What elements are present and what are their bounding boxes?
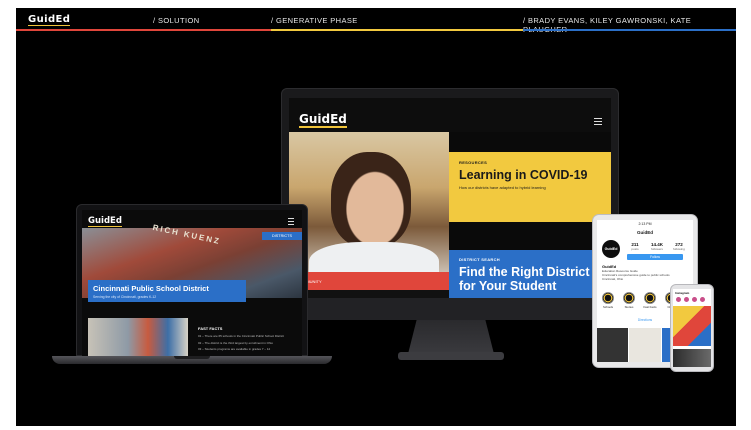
resources-card[interactable]: RESOURCES Learning in COVID-19 How our d… <box>449 152 611 222</box>
districts-tag[interactable]: DISTRICTS <box>262 232 302 240</box>
desktop-monitor-stand <box>408 320 494 354</box>
desktop-website-screen: GuidEd RESOURCES Learning in COVID-19 Ho… <box>289 98 611 298</box>
hamburger-menu-icon[interactable] <box>594 118 602 126</box>
bio-line: Cincinnati, Ohio <box>602 277 624 281</box>
highlight-stories[interactable]: Stories <box>622 292 636 309</box>
post-thumbnail[interactable] <box>629 328 661 362</box>
district-subtitle: Serving the city of Cincinnati, grades K… <box>93 295 157 299</box>
laptop-site-logo[interactable]: GuidEd <box>88 216 122 227</box>
desktop-monitor-chin <box>281 298 619 320</box>
section-phase-label: / GENERATIVE PHASE <box>271 16 358 25</box>
follow-button[interactable]: Follow <box>627 254 683 260</box>
story-avatar[interactable] <box>699 296 706 303</box>
story-avatar[interactable] <box>683 296 690 303</box>
authors-label: / BRADY EVANS, KILEY GAWRONSKI, KATE PLA… <box>523 16 692 34</box>
header-logo: GuidEd <box>28 14 71 26</box>
tablet-status-time: 2:13 PM <box>638 222 652 226</box>
posts-stat[interactable]: 211 posts <box>625 242 645 251</box>
student-figure <box>331 152 411 247</box>
story-avatar[interactable] <box>691 296 698 303</box>
feed-post-image[interactable] <box>673 306 711 346</box>
following-stat[interactable]: 272 following <box>669 242 689 251</box>
header-blue-rule <box>523 29 736 31</box>
phone-app-title: Instagram <box>675 291 690 295</box>
district-search-tag: DISTRICT SEARCH <box>459 257 500 262</box>
fast-fact-item: 02 – The district is the third largest b… <box>198 340 273 345</box>
district-title-card: Cincinnati Public School District Servin… <box>88 280 246 302</box>
laptop-website-screen: GuidEd RICH KUENZ DISTRICTS Cincinnati P… <box>82 210 302 356</box>
stories-row <box>675 296 709 303</box>
resources-title: Learning in COVID-19 <box>459 168 588 182</box>
profile-username: GuidEd <box>637 230 653 235</box>
story-avatar[interactable] <box>675 296 682 303</box>
laptop-hamburger-icon[interactable] <box>288 218 294 226</box>
district-search-title: Find the Right District for Your Student <box>459 265 590 293</box>
laptop-notch <box>174 356 210 359</box>
post-thumbnail[interactable] <box>597 328 629 362</box>
resources-tag: RESOURCES <box>459 160 488 165</box>
feed-post-image[interactable] <box>673 349 711 367</box>
highlight-schools[interactable]: Schools <box>601 292 615 309</box>
desktop-bottom-bar <box>289 290 449 298</box>
profile-avatar[interactable]: GuidEd <box>602 240 620 258</box>
header-red-rule <box>16 29 271 31</box>
desktop-site-logo[interactable]: GuidEd <box>299 112 347 128</box>
profile-bio: GuidEd Education Resource Guide Cincinna… <box>602 264 690 281</box>
presentation-slide: GuidEd / SOLUTION / GENERATIVE PHASE / B… <box>16 8 736 426</box>
school-sign: RICH KUENZ <box>151 222 222 247</box>
followers-stat[interactable]: 14.4K followers <box>647 242 667 251</box>
desktop-monitor-base <box>398 352 504 360</box>
section-solution-label: / SOLUTION <box>153 16 200 25</box>
fast-facts-title: FAST FACTS <box>198 326 223 331</box>
highlight-fast-facts[interactable]: Fast Facts <box>643 292 657 309</box>
fast-facts-section: FAST FACTS 01 – There are 65 schools in … <box>198 326 298 354</box>
phone-instagram-screen: Instagram <box>673 289 711 367</box>
resources-subtitle: How our districts have adapted to hybrid… <box>459 185 546 190</box>
district-search-card[interactable]: DISTRICT SEARCH Find the Right District … <box>449 250 611 298</box>
header-yellow-rule <box>271 29 523 31</box>
fast-fact-item: 03 – Students programs are available in … <box>198 347 271 351</box>
fast-fact-item: 01 – There are 65 schools in the Cincinn… <box>198 334 284 338</box>
students-walking-photo <box>88 318 188 356</box>
district-title: Cincinnati Public School District <box>93 284 209 293</box>
hero-photo-student <box>289 132 449 290</box>
community-strip[interactable]: COMMUNITY <box>289 272 449 290</box>
slide-header: GuidEd / SOLUTION / GENERATIVE PHASE / B… <box>16 8 736 34</box>
